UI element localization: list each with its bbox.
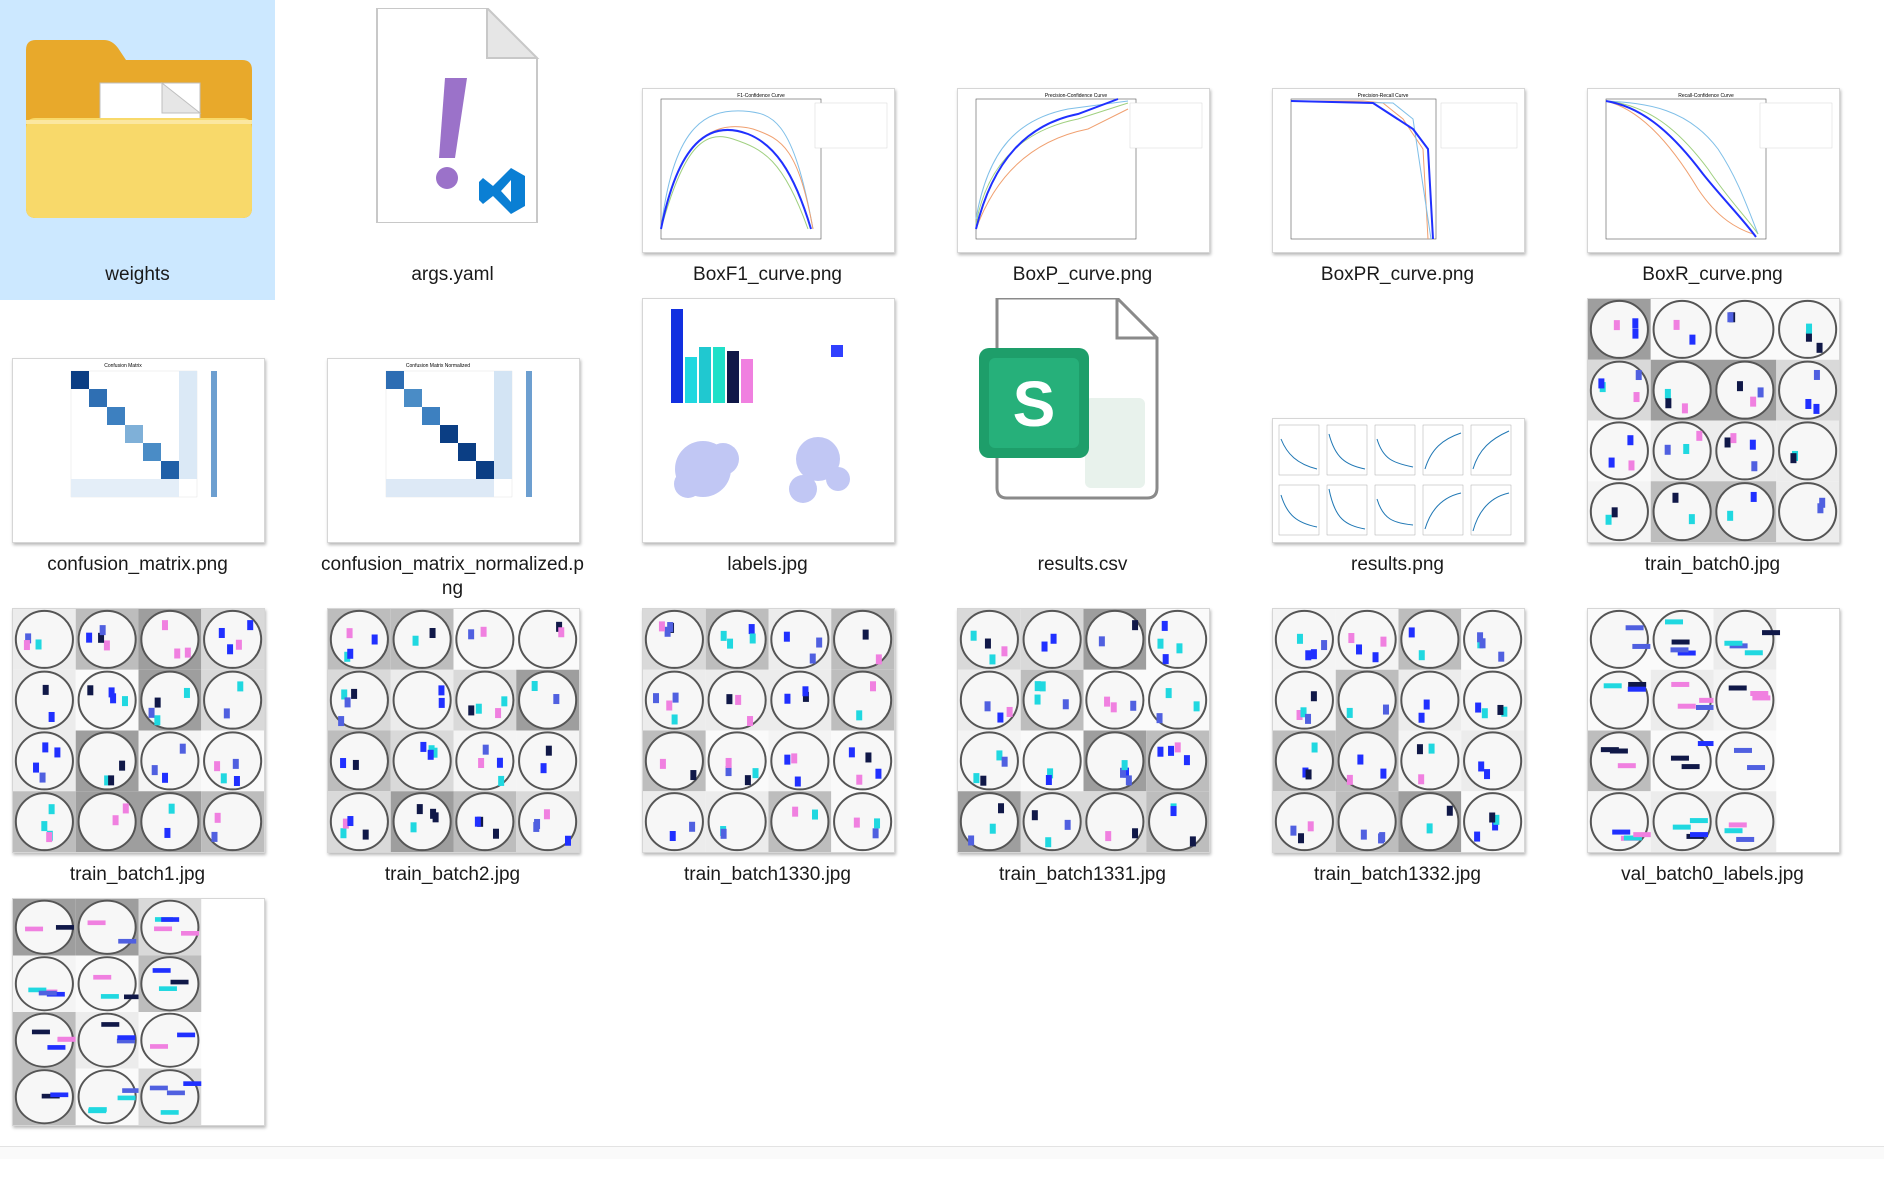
mosaic-thumbnail (642, 608, 895, 853)
mosaic-thumbnail (12, 898, 265, 1126)
chart-thumbnail: F1-Confidence Curve (642, 88, 895, 253)
labels-thumbnail (642, 298, 895, 543)
svg-text:S: S (1013, 368, 1056, 440)
vscode-yaml-file-icon (327, 5, 578, 224)
file-tile-train-batch2[interactable]: train_batch2.jpg (315, 600, 590, 900)
file-tile-train-batch1330[interactable]: train_batch1330.jpg (630, 600, 905, 900)
chart-thumbnail: Precision-Recall Curve (1272, 88, 1525, 253)
file-name: confusion_matrix.png (47, 554, 228, 575)
file-tile-args-yaml[interactable]: args.yaml (315, 0, 590, 300)
file-tile-train-batch1331[interactable]: train_batch1331.jpg (945, 600, 1220, 900)
chart-title: Confusion Matrix (104, 363, 142, 369)
chart-title: Recall-Confidence Curve (1678, 93, 1734, 99)
file-tile-weights[interactable]: weights (0, 0, 275, 300)
mosaic-thumbnail (327, 608, 580, 853)
chart-thumbnail: Precision-Confidence Curve (957, 88, 1210, 253)
chart-title: Confusion Matrix Normalized (406, 363, 470, 369)
chart-title: F1-Confidence Curve (737, 93, 785, 99)
file-tile-boxp-curve[interactable]: Precision-Confidence Curve BoxP_curve.pn… (945, 0, 1220, 300)
file-name: BoxP_curve.png (1012, 264, 1153, 285)
file-name: train_batch1332.jpg (1314, 864, 1481, 885)
file-tile-val-batch0-labels[interactable]: val_batch0_labels.jpg (1575, 600, 1850, 900)
file-name: BoxPR_curve.png (1320, 264, 1475, 285)
status-bar (0, 1146, 1884, 1159)
chart-title: Precision-Confidence Curve (1045, 93, 1107, 99)
file-tile-labels[interactable]: labels.jpg (630, 290, 905, 590)
file-name: BoxF1_curve.png (693, 264, 842, 285)
file-tile-confusion-matrix[interactable]: Confusion Matrix confusion_matrix.png (0, 290, 275, 590)
mosaic-thumbnail (1587, 298, 1840, 543)
file-tile-val-batch0-pred[interactable] (0, 890, 275, 1190)
file-tile-results-csv[interactable]: S results.csv (945, 290, 1220, 590)
file-name: train_batch1331.jpg (999, 864, 1166, 885)
file-name: weights (105, 264, 170, 285)
file-name: results.csv (1037, 554, 1128, 575)
file-name: labels.jpg (727, 554, 808, 575)
results-thumbnail (1272, 418, 1525, 543)
file-name: train_batch1330.jpg (684, 864, 851, 885)
folder-icon (12, 8, 263, 223)
matrix-thumbnail: Confusion Matrix Normalized (327, 358, 580, 543)
spreadsheet-csv-icon: S (957, 296, 1208, 513)
mosaic-thumbnail (12, 608, 265, 853)
file-tile-confusion-matrix-normalized[interactable]: Confusion Matrix Normalized confusion_ma… (315, 290, 590, 599)
file-tile-boxf1-curve[interactable]: F1-Confidence Curve BoxF1_curve.png (630, 0, 905, 300)
file-name: train_batch1.jpg (69, 864, 206, 885)
chart-thumbnail: Recall-Confidence Curve (1587, 88, 1840, 253)
file-name: BoxR_curve.png (1642, 264, 1783, 285)
file-name: train_batch2.jpg (384, 864, 521, 885)
file-tile-train-batch0[interactable]: train_batch0.jpg (1575, 290, 1850, 590)
mosaic-thumbnail (1587, 608, 1840, 853)
file-tile-results-png[interactable]: results.png (1260, 290, 1535, 590)
file-tile-boxpr-curve[interactable]: Precision-Recall Curve BoxPR_curve.png (1260, 0, 1535, 300)
file-name: args.yaml (411, 264, 494, 285)
mosaic-thumbnail (1272, 608, 1525, 853)
file-tile-boxr-curve[interactable]: Recall-Confidence Curve BoxR_curve.png (1575, 0, 1850, 300)
matrix-thumbnail: Confusion Matrix (12, 358, 265, 543)
file-name: train_batch0.jpg (1644, 554, 1781, 575)
mosaic-thumbnail (957, 608, 1210, 853)
file-tile-train-batch1332[interactable]: train_batch1332.jpg (1260, 600, 1535, 900)
chart-title: Precision-Recall Curve (1358, 93, 1409, 99)
file-tile-train-batch1[interactable]: train_batch1.jpg (0, 600, 275, 900)
file-name: val_batch0_labels.jpg (1621, 864, 1804, 885)
file-name: confusion_matrix_normalized.png (321, 554, 584, 599)
file-name: results.png (1351, 554, 1444, 575)
